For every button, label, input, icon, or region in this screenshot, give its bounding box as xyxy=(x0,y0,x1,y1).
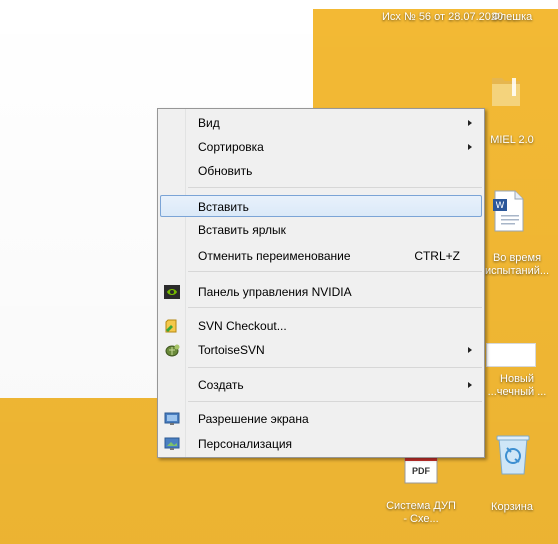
desktop-item-label[interactable]: MIEL 2.0 xyxy=(482,134,542,147)
submenu-arrow-icon xyxy=(468,120,472,126)
blank-document-icon[interactable] xyxy=(486,343,536,367)
menu-separator xyxy=(188,401,482,402)
pdf-badge: PDF xyxy=(412,466,430,476)
menu-item-label: Создать xyxy=(198,378,244,392)
menu-separator xyxy=(188,307,482,308)
desktop-item-label[interactable]: Во время испытаний... xyxy=(478,252,556,278)
menu-separator xyxy=(188,187,482,188)
recycle-bin-icon[interactable] xyxy=(493,432,533,478)
menu-item-label: Обновить xyxy=(198,164,253,178)
screen-resolution-icon xyxy=(164,411,180,427)
menu-item-nvidia-panel[interactable]: Панель управления NVIDIA xyxy=(160,281,482,303)
svn-checkout-icon xyxy=(164,318,180,334)
menu-item-paste[interactable]: Вставить xyxy=(160,195,482,217)
menu-item-shortcut: CTRL+Z xyxy=(414,249,460,263)
menu-item-screen-resolution[interactable]: Разрешение экрана xyxy=(160,408,482,430)
menu-item-label: Отменить переименование xyxy=(198,249,351,263)
folder-icon[interactable] xyxy=(486,70,526,110)
desktop-item-label[interactable]: Исх № 56 от 28.07.2020 ... xyxy=(382,11,515,24)
menu-item-label: Сортировка xyxy=(198,140,264,154)
desktop-item-label[interactable]: Флешка xyxy=(482,11,542,24)
menu-separator xyxy=(188,367,482,368)
menu-item-label: Персонализация xyxy=(198,437,293,451)
submenu-arrow-icon xyxy=(468,144,472,150)
svg-text:W: W xyxy=(496,201,505,211)
menu-item-undo-rename[interactable]: Отменить переименование CTRL+Z xyxy=(160,245,482,267)
desktop-item-label[interactable]: Корзина xyxy=(482,501,542,514)
menu-item-label: SVN Checkout... xyxy=(198,319,287,333)
menu-item-create[interactable]: Создать xyxy=(160,374,482,396)
word-document-icon[interactable]: W xyxy=(491,189,527,233)
menu-item-label: Панель управления NVIDIA xyxy=(198,285,352,299)
tortoisesvn-icon xyxy=(164,342,180,358)
menu-item-personalization[interactable]: Персонализация xyxy=(160,433,482,455)
menu-item-svn-checkout[interactable]: SVN Checkout... xyxy=(160,315,482,337)
nvidia-icon xyxy=(164,284,180,300)
menu-item-tortoisesvn[interactable]: TortoiseSVN xyxy=(160,339,482,361)
submenu-arrow-icon xyxy=(468,382,472,388)
menu-item-label: TortoiseSVN xyxy=(198,343,265,357)
menu-separator xyxy=(188,271,482,272)
menu-item-sort[interactable]: Сортировка xyxy=(160,136,482,158)
menu-item-paste-shortcut[interactable]: Вставить ярлык xyxy=(160,219,482,241)
menu-item-label: Вставить xyxy=(198,200,249,214)
menu-item-label: Вид xyxy=(198,116,220,130)
menu-item-view[interactable]: Вид xyxy=(160,112,482,134)
desktop-item-label[interactable]: Система ДУП - Схе... xyxy=(385,500,457,526)
menu-item-label: Вставить ярлык xyxy=(198,223,286,237)
desktop-item-label[interactable]: Новый ...чечный ... xyxy=(478,373,556,399)
personalization-icon xyxy=(164,436,180,452)
submenu-arrow-icon xyxy=(468,347,472,353)
menu-item-label: Разрешение экрана xyxy=(198,412,309,426)
context-menu: Вид Сортировка Обновить Вставить Вставит… xyxy=(157,108,485,458)
menu-item-refresh[interactable]: Обновить xyxy=(160,160,482,182)
